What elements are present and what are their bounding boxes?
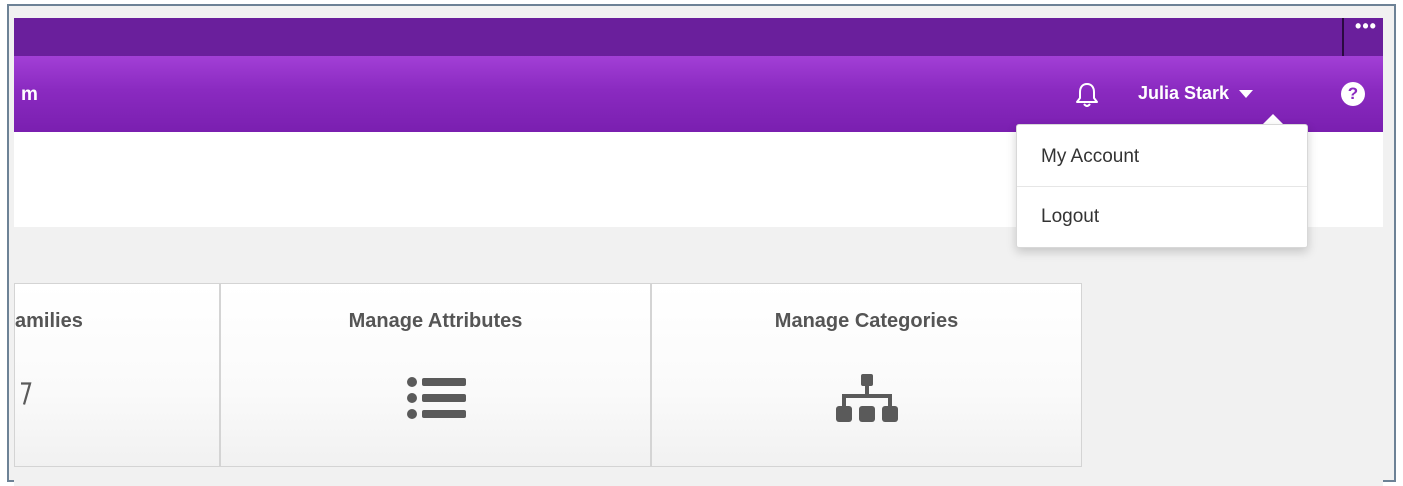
sitemap-icon — [835, 374, 898, 422]
top-bar-divider — [1342, 18, 1344, 56]
tile-manage-categories[interactable]: Manage Categories — [651, 283, 1082, 467]
tile-families[interactable]: amilies — [14, 283, 220, 467]
bell-icon[interactable] — [1072, 80, 1102, 110]
user-dropdown-menu: My Account Logout — [1016, 124, 1308, 248]
user-menu-toggle[interactable]: Julia Stark — [1138, 81, 1254, 105]
user-name: Julia Stark — [1138, 82, 1230, 103]
app-title[interactable]: m — [21, 84, 38, 106]
tile-title: Manage Categories — [774, 310, 959, 332]
tile-title: Manage Attributes — [348, 310, 523, 332]
tile-title: amilies — [15, 310, 83, 332]
tile-manage-attributes[interactable]: Manage Attributes — [220, 283, 651, 467]
menu-item-logout[interactable]: Logout — [1017, 187, 1307, 247]
list-icon — [406, 377, 466, 419]
menu-item-my-account[interactable]: My Account — [1017, 127, 1307, 187]
caret-down-icon — [1239, 90, 1254, 98]
top-bar — [14, 18, 1383, 56]
help-icon[interactable]: ? — [1341, 82, 1365, 106]
tag-icon — [21, 382, 32, 405]
more-options-button[interactable]: ••• — [1350, 17, 1382, 40]
